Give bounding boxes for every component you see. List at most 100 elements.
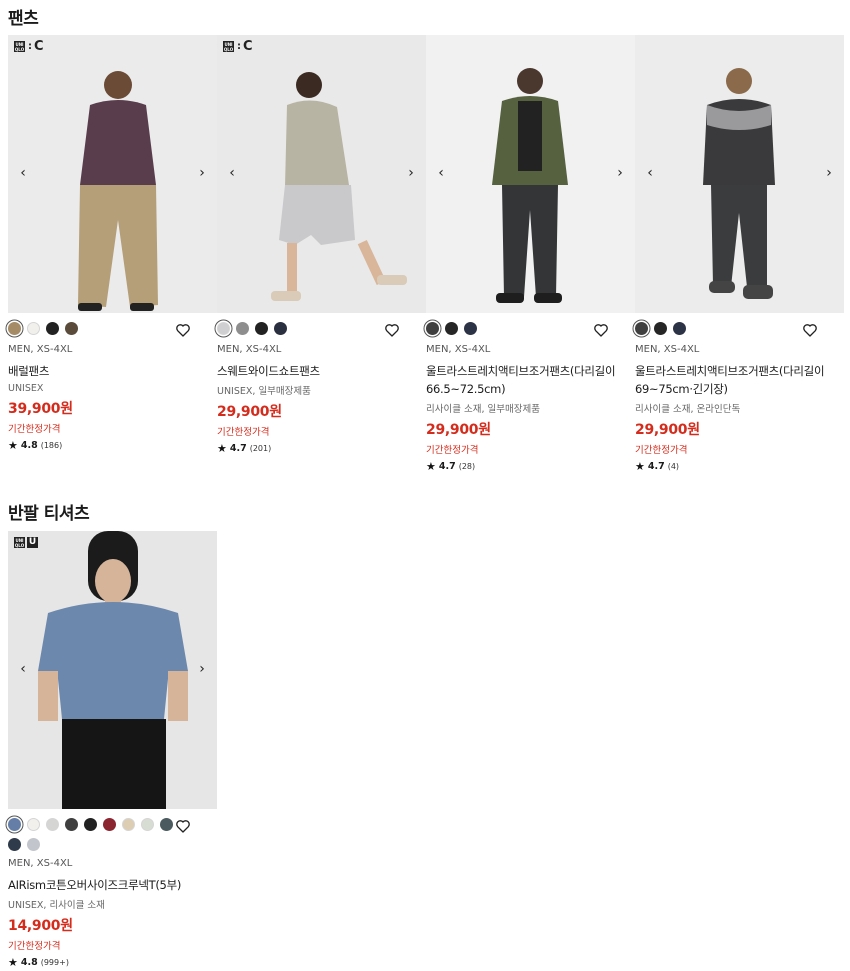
color-swatch[interactable] (27, 322, 40, 335)
product-name-line[interactable]: 울트라스트레치액티브조거팬츠(다리길이 (426, 362, 635, 380)
product-card[interactable]: UNI QLO: C ‹ › MEN, XS-4XL 배럴팬츠 UNISEX 39,… (8, 35, 217, 452)
chevron-left-icon[interactable]: ‹ (14, 163, 32, 183)
color-swatch[interactable] (673, 322, 686, 335)
color-swatches (635, 322, 805, 338)
product-price: 14,900원 (8, 918, 73, 934)
product-name-line[interactable]: 배럴팬츠 (8, 362, 217, 380)
color-swatch[interactable] (445, 322, 458, 335)
rating-score: 4.8 (20, 440, 38, 451)
rating: ★ 4.8 (999+) (8, 956, 217, 969)
color-swatch[interactable] (141, 818, 154, 831)
product-price: 29,900원 (635, 422, 700, 438)
brand-logo-icon: UNI QLO: C (223, 39, 253, 54)
gender-size: MEN, XS-4XL (8, 344, 73, 355)
product-card[interactable]: UNI QLO U ‹ › MEN, XS-4XL AIRism코튼오버사이즈크루넥… (8, 531, 217, 969)
color-swatch[interactable] (426, 322, 439, 335)
product-name-line[interactable]: 울트라스트레치액티브조거팬츠(다리길이 (635, 362, 844, 380)
product-name[interactable]: 배럴팬츠 (8, 362, 217, 380)
rating-score: 4.7 (647, 461, 665, 472)
product-tags: 리사이클 소재, 일부매장제품 (426, 404, 540, 415)
color-swatch[interactable] (255, 322, 268, 335)
color-swatch[interactable] (274, 322, 287, 335)
chevron-right-icon[interactable]: › (193, 163, 211, 183)
rating-score: 4.8 (20, 957, 38, 968)
brand-logo-icon: UNI QLO: C (14, 39, 44, 54)
review-count: (201) (249, 444, 272, 453)
gender-size: MEN, XS-4XL (635, 344, 700, 355)
rating-score: 4.7 (229, 443, 247, 454)
product-card[interactable]: UNI QLO: C ‹ › MEN, XS-4XL 스웨트와이드쇼트팬츠 UNIS… (217, 35, 426, 455)
product-name[interactable]: 울트라스트레치액티브조거팬츠(다리길이 66.5~72.5cm) (426, 362, 635, 398)
color-swatch[interactable] (46, 322, 59, 335)
gender-size: MEN, XS-4XL (217, 344, 282, 355)
star-icon: ★ (8, 439, 18, 452)
color-swatch[interactable] (46, 818, 59, 831)
heart-icon[interactable] (175, 322, 191, 338)
chevron-right-icon[interactable]: › (820, 163, 838, 183)
gender-size: MEN, XS-4XL (426, 344, 491, 355)
color-swatches (426, 322, 596, 338)
rating-score: 4.7 (438, 461, 456, 472)
chevron-right-icon[interactable]: › (193, 659, 211, 679)
section-title-tshirts: 반팔 티셔츠 (8, 504, 90, 524)
chevron-right-icon[interactable]: › (402, 163, 420, 183)
color-swatch[interactable] (217, 322, 230, 335)
color-swatch[interactable] (635, 322, 648, 335)
product-name[interactable]: 울트라스트레치액티브조거팬츠(다리길이 69~75cm·긴기장) (635, 362, 844, 398)
product-image[interactable]: ‹ › (635, 35, 844, 313)
product-name[interactable]: 스웨트와이드쇼트팬츠 (217, 362, 426, 380)
model-photo (492, 68, 568, 303)
promo-label: 기간한정가격 (8, 424, 61, 435)
product-name-line[interactable]: AIRism코튼오버사이즈크루넥T(5부) (8, 876, 217, 894)
color-swatch[interactable] (65, 818, 78, 831)
promo-label: 기간한정가격 (635, 445, 688, 456)
product-name[interactable]: AIRism코튼오버사이즈크루넥T(5부) (8, 876, 217, 894)
review-count: (4) (667, 462, 680, 471)
chevron-left-icon[interactable]: ‹ (223, 163, 241, 183)
star-icon: ★ (426, 460, 436, 473)
product-image[interactable]: ‹ › (426, 35, 635, 313)
chevron-right-icon[interactable]: › (611, 163, 629, 183)
product-card[interactable]: ‹ › MEN, XS-4XL 울트라스트레치액티브조거팬츠(다리길이 69~75… (635, 35, 844, 473)
color-swatch[interactable] (65, 322, 78, 335)
color-swatch[interactable] (236, 322, 249, 335)
brand-logo-icon: UNI QLO U (14, 537, 38, 548)
product-tags: 리사이클 소재, 온라인단독 (635, 404, 741, 415)
color-swatch[interactable] (160, 818, 173, 831)
color-swatch[interactable] (8, 322, 21, 335)
promo-label: 기간한정가격 (8, 941, 61, 952)
product-name-line[interactable]: 스웨트와이드쇼트팬츠 (217, 362, 426, 380)
product-image[interactable]: UNI QLO U ‹ › (8, 531, 217, 809)
color-swatches (217, 322, 387, 338)
heart-icon[interactable] (384, 322, 400, 338)
product-name-line[interactable]: 69~75cm·긴기장) (635, 380, 844, 398)
product-image[interactable]: UNI QLO: C ‹ › (217, 35, 426, 313)
chevron-left-icon[interactable]: ‹ (641, 163, 659, 183)
chevron-left-icon[interactable]: ‹ (14, 659, 32, 679)
product-card[interactable]: ‹ › MEN, XS-4XL 울트라스트레치액티브조거팬츠(다리길이 66.5~… (426, 35, 635, 473)
star-icon: ★ (217, 442, 227, 455)
product-image[interactable]: UNI QLO: C ‹ › (8, 35, 217, 313)
chevron-left-icon[interactable]: ‹ (432, 163, 450, 183)
color-swatch[interactable] (27, 838, 40, 851)
color-swatch[interactable] (27, 818, 40, 831)
color-swatch[interactable] (103, 818, 116, 831)
rating: ★ 4.7 (4) (635, 460, 844, 473)
color-swatches (8, 818, 178, 852)
color-swatch[interactable] (8, 818, 21, 831)
product-tags: UNISEX, 일부매장제품 (217, 386, 311, 397)
model-photo (271, 72, 407, 301)
rating: ★ 4.8 (186) (8, 439, 217, 452)
heart-icon[interactable] (802, 322, 818, 338)
color-swatch[interactable] (84, 818, 97, 831)
model-photo (78, 71, 158, 311)
color-swatch[interactable] (8, 838, 21, 851)
heart-icon[interactable] (175, 818, 191, 834)
color-swatch[interactable] (654, 322, 667, 335)
heart-icon[interactable] (593, 322, 609, 338)
color-swatch[interactable] (464, 322, 477, 335)
product-tags: UNISEX (8, 383, 44, 394)
rating: ★ 4.7 (28) (426, 460, 635, 473)
color-swatch[interactable] (122, 818, 135, 831)
product-name-line[interactable]: 66.5~72.5cm) (426, 380, 635, 398)
